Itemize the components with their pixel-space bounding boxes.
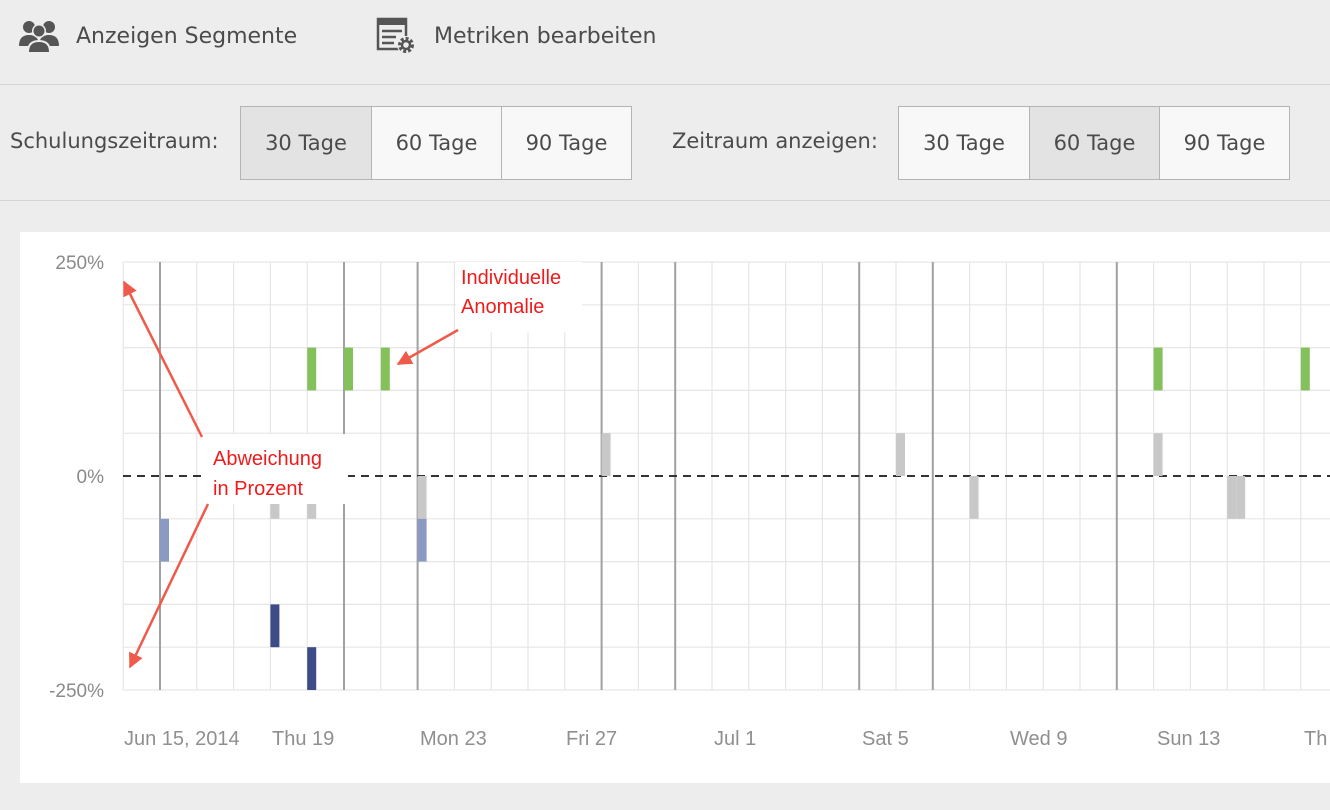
training-period-option[interactable]: 30 Tage [241, 107, 371, 179]
x-tick-label: Sun 13 [1157, 728, 1220, 750]
anomaly-bar [969, 476, 979, 519]
display-period-option[interactable]: 60 Tage [1029, 107, 1159, 179]
anomaly-bar [1153, 433, 1163, 476]
anomaly-bar [270, 604, 280, 648]
display-period-option[interactable]: 30 Tage [899, 107, 1029, 179]
x-tick-label: Thu 19 [272, 728, 334, 750]
y-tick-label: 0% [77, 467, 105, 488]
toolbar: Anzeigen Segmente Metriken bearbeiten [0, 0, 1330, 85]
anomaly-annotation-line1: Individuelle [461, 267, 561, 289]
x-tick-label: Wed 9 [1010, 728, 1067, 750]
anomaly-bar [1227, 476, 1237, 519]
x-tick-label: Sat 5 [862, 728, 909, 750]
y-tick-label: 250% [55, 253, 104, 274]
show-segments-button[interactable]: Anzeigen Segmente [18, 14, 297, 58]
show-segments-label: Anzeigen Segmente [76, 23, 298, 49]
edit-metrics-button[interactable]: Metriken bearbeiten [376, 14, 656, 58]
x-tick-label: Fri 27 [566, 728, 617, 750]
x-tick-label: Mon 23 [420, 728, 487, 750]
anomaly-bar [307, 647, 317, 690]
anomaly-annotation-line2: Anomalie [461, 296, 544, 318]
display-period-selector: 30 Tage 60 Tage 90 Tage [898, 106, 1290, 180]
anomaly-bar [307, 347, 317, 391]
anomaly-bar [601, 433, 611, 476]
anomaly-chart: 250% 0% -250% Jun 15, 2014 Thu 19 Mon 23 Fri … [49, 253, 1330, 750]
deviation-annotation-line2: in Prozent [213, 478, 303, 500]
x-tick-label: Jul 1 [714, 728, 756, 750]
anomaly-chart-panel: 250% 0% -250% Jun 15, 2014 Thu 19 Mon 23 Fri … [20, 232, 1330, 783]
users-icon [18, 18, 60, 54]
display-period-option[interactable]: 90 Tage [1159, 107, 1289, 179]
anomaly-bar [160, 518, 169, 562]
training-period-option[interactable]: 60 Tage [371, 107, 501, 179]
deviation-annotation-line1: Abweichung [213, 448, 322, 470]
y-tick-label: -250% [49, 681, 104, 702]
display-period-label: Zeitraum anzeigen: [672, 129, 878, 153]
training-period-selector: 30 Tage 60 Tage 90 Tage [240, 106, 632, 180]
anomaly-bar [417, 518, 427, 562]
anomaly-bar [380, 347, 390, 391]
edit-metrics-label: Metriken bearbeiten [434, 23, 657, 49]
anomaly-bar [1300, 347, 1310, 391]
training-period-label: Schulungszeitraum: [10, 129, 219, 153]
anomaly-bar [417, 476, 427, 519]
anomaly-bar [344, 347, 353, 391]
anomaly-bar [1236, 476, 1246, 519]
table-settings-icon [376, 16, 418, 56]
x-tick-label: Th [1304, 728, 1327, 750]
anomaly-bar [896, 433, 905, 476]
anomaly-bar [1153, 347, 1163, 391]
training-period-option[interactable]: 90 Tage [501, 107, 631, 179]
x-tick-label: Jun 15, 2014 [124, 728, 240, 750]
